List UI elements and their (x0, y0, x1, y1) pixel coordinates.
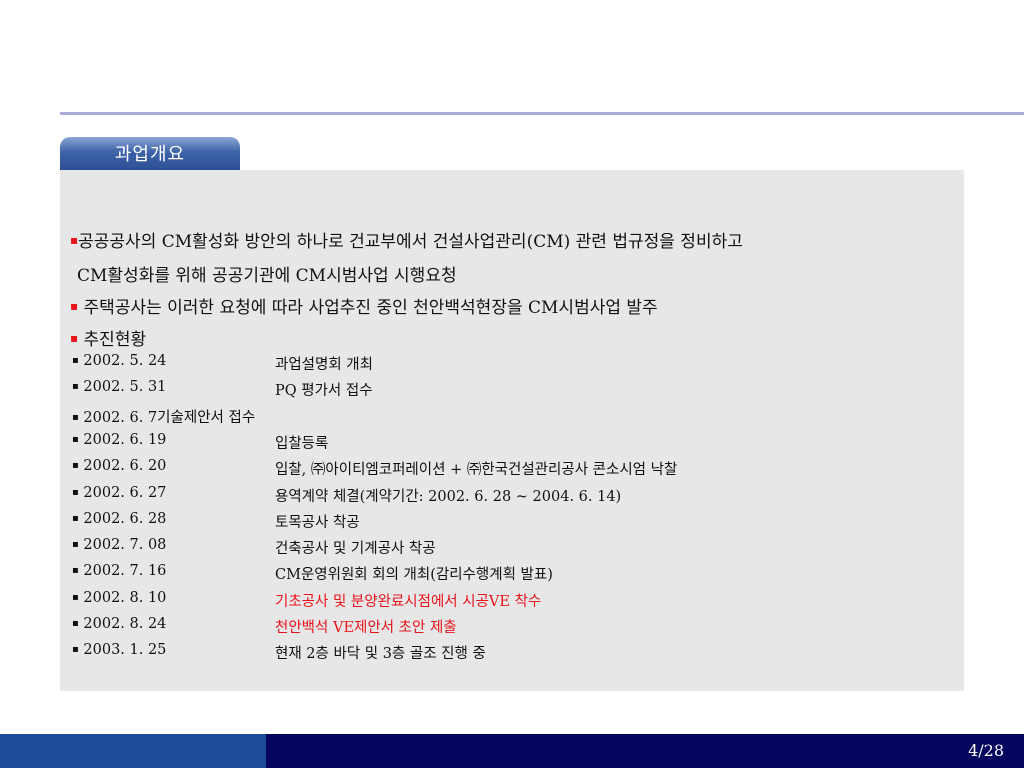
schedule-date: ▪ 2002. 6. 20 (72, 458, 166, 474)
bullet-square-icon: ▪ (72, 565, 79, 577)
schedule-row: ▪ 2002. 6. 7기술제안서 접수 (72, 406, 952, 432)
schedule-date: ▪ 2002. 8. 24 (72, 616, 166, 632)
intro-text-2: 주택공사는 이러한 요청에 따라 사업추진 중인 천안백석현장을 CM시범사업 … (78, 298, 658, 318)
section-tab: 과업개요 (60, 137, 240, 170)
intro-bullet-3: ▪ 추진현황 (70, 325, 146, 350)
bullet-square-icon: ▪ (72, 539, 79, 551)
footer-right-band (266, 734, 1024, 768)
schedule-row: ▪ 2002. 6. 28 토목공사 착공 (72, 511, 952, 537)
schedule-date-text: 2002. 7. 08 (83, 537, 167, 554)
schedule-date-text: 2002. 6. 28 (83, 510, 167, 527)
schedule-date-text: 2003. 1. 25 (83, 642, 167, 659)
intro-text-1b: CM활성화를 위해 공공기관에 CM시범사업 시행요청 (77, 266, 457, 286)
intro-bullet-1-cont: CM활성화를 위해 공공기관에 CM시범사업 시행요청 (77, 261, 457, 286)
schedule-date: ▪ 2002. 6. 28 (72, 511, 166, 527)
schedule-description: 입찰등록 (275, 435, 329, 452)
schedule-date: ▪ 2002. 7. 16 (72, 563, 166, 579)
intro-bullet-2: ▪ 주택공사는 이러한 요청에 따라 사업추진 중인 천안백석현장을 CM시범사… (70, 293, 658, 318)
bullet-square-icon: ▪ (72, 512, 79, 524)
intro-text-1a: 공공공사의 CM활성화 방안의 하나로 건교부에서 건설사업관리(CM) 관련 … (78, 232, 743, 252)
schedule-date-text: 2002. 8. 10 (83, 589, 167, 606)
schedule-description: 현재 2층 바닥 및 3층 골조 진행 중 (275, 646, 486, 663)
schedule-row: ▪ 2002. 6. 20 입찰, ㈜아이티엠코퍼레이션 + ㈜한국건설관리공사 … (72, 458, 952, 484)
schedule-date-text: 2002. 6. 19 (83, 431, 167, 448)
schedule-row: ▪ 2002. 8. 24 천안백석 VE제안서 초안 제출 (72, 616, 952, 642)
schedule-date: ▪ 2002. 6. 19 (72, 432, 166, 448)
schedule-row: ▪ 2003. 1. 25 현재 2층 바닥 및 3층 골조 진행 중 (72, 642, 952, 668)
schedule-date: ▪ 2002. 5. 24 (72, 353, 166, 369)
schedule-date-text: 2002. 6. 20 (83, 458, 167, 475)
schedule-description: PQ 평가서 접수 (275, 383, 373, 400)
schedule-row: ▪ 2002. 5. 31 PQ 평가서 접수 (72, 379, 952, 405)
schedule-description: CM운영위원회 회의 개최(감리수행계획 발표) (275, 567, 553, 584)
schedule-date: ▪ 2002. 7. 08 (72, 537, 166, 553)
schedule-row: ▪ 2002. 7. 08 건축공사 및 기계공사 착공 (72, 537, 952, 563)
bullet-red-square-icon: ▪ (70, 299, 79, 313)
schedule-description: 과업설명회 개최 (275, 357, 373, 373)
schedule-date: ▪ 2002. 8. 10 (72, 590, 166, 606)
bullet-square-icon: ▪ (72, 644, 79, 656)
bullet-square-icon: ▪ (72, 433, 79, 445)
schedule-date-text: 2002. 6. 7기술제안서 접수 (83, 409, 256, 426)
schedule-row: ▪ 2002. 5. 24 과업설명회 개최 (72, 353, 952, 379)
header-divider (60, 112, 1024, 115)
schedule-date: ▪ 2002. 6. 27 (72, 485, 166, 501)
bullet-square-icon: ▪ (72, 618, 79, 629)
schedule-row: ▪ 2002. 8. 10 기초공사 및 분양완료시점에서 시공VE 착수 (72, 590, 952, 616)
schedule-description: 건축공사 및 기계공사 착공 (275, 541, 436, 558)
schedule-date-text: 2002. 5. 24 (83, 353, 167, 369)
schedule-description: 천안백석 VE제안서 초안 제출 (275, 620, 457, 636)
schedule-row: ▪ 2002. 6. 27 용역계약 체결(계약기간: 2002. 6. 28 ~… (72, 485, 952, 511)
content-panel: ▪공공공사의 CM활성화 방안의 하나로 건교부에서 건설사업관리(CM) 관련… (60, 170, 964, 691)
footer-left-band (0, 734, 266, 768)
schedule-row: ▪ 2002. 7. 16 CM운영위원회 회의 개최(감리수행계획 발표) (72, 563, 952, 589)
bullet-square-icon: ▪ (72, 411, 79, 423)
intro-bullet-1: ▪공공공사의 CM활성화 방안의 하나로 건교부에서 건설사업관리(CM) 관련… (70, 227, 743, 252)
schedule-date: ▪ 2003. 1. 25 (72, 642, 166, 658)
schedule-row: ▪ 2002. 6. 19 입찰등록 (72, 432, 952, 458)
schedule-date: ▪ 2002. 6. 7기술제안서 접수 (72, 406, 255, 427)
schedule-description: 토목공사 착공 (275, 514, 360, 531)
bullet-red-square-icon: ▪ (70, 331, 79, 345)
bullet-red-square-icon: ▪ (70, 233, 79, 247)
bullet-square-icon: ▪ (72, 486, 79, 498)
bullet-square-icon: ▪ (72, 355, 79, 366)
intro-text-3: 추진현황 (78, 330, 147, 350)
schedule-description: 입찰, ㈜아이티엠코퍼레이션 + ㈜한국건설관리공사 콘소시엄 낙찰 (275, 462, 678, 479)
schedule-date-text: 2002. 5. 31 (83, 379, 167, 396)
bullet-square-icon: ▪ (72, 381, 79, 393)
schedule-date-text: 2002. 6. 27 (83, 484, 167, 501)
bullet-square-icon: ▪ (72, 591, 79, 603)
schedule-date-text: 2002. 8. 24 (83, 616, 167, 632)
page-number: 4/28 (968, 741, 1004, 760)
schedule-date: ▪ 2002. 5. 31 (72, 379, 166, 395)
schedule-date-text: 2002. 7. 16 (83, 563, 167, 580)
schedule-description: 용역계약 체결(계약기간: 2002. 6. 28 ~ 2004. 6. 14) (275, 488, 622, 505)
schedule-description: 기초공사 및 분양완료시점에서 시공VE 착수 (275, 593, 542, 610)
bullet-square-icon: ▪ (72, 460, 79, 472)
